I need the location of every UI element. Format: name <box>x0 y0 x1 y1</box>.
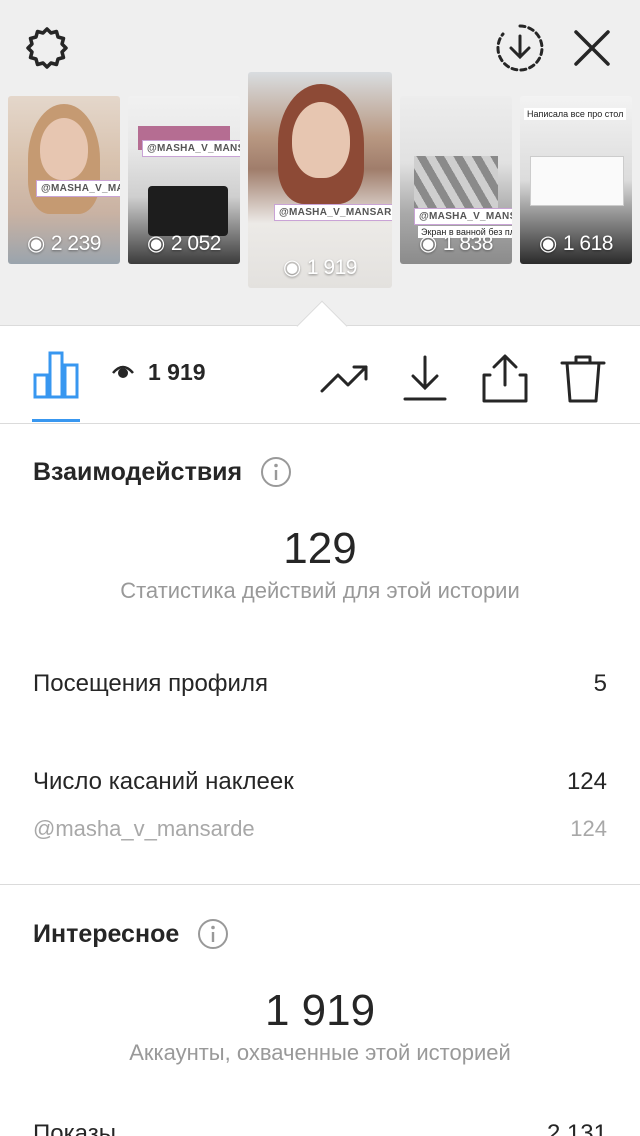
eye-icon: ◉ <box>539 232 557 255</box>
story-views: ◉ 2 052 <box>128 231 240 256</box>
eye-icon: ◉ <box>147 232 165 255</box>
stat-subrow: @masha_v_mansarde 124 <box>33 816 607 842</box>
story-caption: Написала все про стол <box>524 108 627 120</box>
stat-value: 2 131 <box>546 1120 607 1136</box>
discovery-total: 1 919 <box>264 986 376 1035</box>
info-icon[interactable] <box>197 918 229 950</box>
story-views-count: 1 618 <box>562 231 614 255</box>
story-sticker: @MASHA_V_MANSARDE <box>274 204 392 221</box>
views-count: 1 919 <box>112 359 206 386</box>
trending-icon[interactable] <box>320 353 370 403</box>
gear-icon[interactable] <box>22 24 72 74</box>
eye-icon: ◉ <box>283 256 301 279</box>
stat-value: 124 <box>566 768 607 795</box>
download-circle-icon[interactable] <box>494 22 546 74</box>
story-thumbnail[interactable]: @MASHA_V_MANSARDE ◉ 2 052 <box>128 96 240 264</box>
story-thumbnail[interactable]: @MASHA_V_MANSARDE ◉ 2 239 <box>8 96 120 264</box>
story-views: ◉ 2 239 <box>8 231 120 256</box>
story-views: ◉ 1 618 <box>520 231 632 256</box>
close-icon[interactable] <box>568 24 616 72</box>
interactions-title-text: Взаимодействия <box>33 457 243 486</box>
story-views-count: 2 239 <box>50 231 102 255</box>
interactions-total: 129 <box>283 524 357 573</box>
story-sticker: @MASHA_V_MANSARDE <box>142 140 240 157</box>
interactions-subtitle: Статистика действий для этой истории <box>120 578 520 603</box>
stat-value: 124 <box>570 816 607 841</box>
stat-label: @masha_v_mansarde <box>33 816 255 841</box>
views-count-value: 1 919 <box>148 359 206 385</box>
stat-label: Посещения профиля <box>33 670 268 697</box>
story-toolbar: 1 919 <box>0 327 640 424</box>
stat-label: Число касаний наклеек <box>33 768 294 795</box>
story-photo <box>414 156 498 216</box>
trash-icon[interactable] <box>558 353 608 403</box>
interactions-section-title: Взаимодействия <box>33 456 292 488</box>
story-sticker: @MASHA_V_MANSARDE <box>414 208 512 225</box>
eye-icon: ◉ <box>419 232 437 255</box>
story-views-count: 2 052 <box>170 231 222 255</box>
info-icon[interactable] <box>260 456 292 488</box>
eye-icon <box>112 359 134 386</box>
active-tab-indicator <box>32 419 80 422</box>
discovery-subtitle: Аккаунты, охваченные этой историей <box>129 1040 511 1065</box>
story-photo <box>530 156 624 206</box>
story-photo <box>148 186 228 236</box>
stat-label: Показы <box>33 1120 116 1136</box>
section-divider <box>0 884 640 885</box>
story-sticker: @MASHA_V_MANSARDE <box>36 180 120 197</box>
story-views: ◉ 1 919 <box>248 255 392 280</box>
story-strip: @MASHA_V_MANSARDE ◉ 2 239 @MASHA_V_MANSA… <box>0 0 640 326</box>
share-icon[interactable] <box>480 353 530 403</box>
story-thumbnail[interactable]: @MASHA_V_MANSARDE Экран в ванной без пли… <box>400 96 512 264</box>
story-views-count: 1 838 <box>442 231 494 255</box>
stat-value: 5 <box>593 670 607 697</box>
story-views-count: 1 919 <box>306 255 358 279</box>
discovery-section-title: Интересное <box>33 918 229 950</box>
bar-chart-icon[interactable] <box>32 349 80 399</box>
eye-icon: ◉ <box>27 232 45 255</box>
discovery-title-text: Интересное <box>33 919 180 948</box>
story-thumbnail[interactable]: Написала все про стол ◉ 1 618 <box>520 96 632 264</box>
story-thumbnail-selected[interactable]: @MASHA_V_MANSARDE ◉ 1 919 <box>248 72 392 288</box>
download-icon[interactable] <box>400 353 450 403</box>
stat-row: Число касаний наклеек 124 <box>33 768 607 796</box>
stat-row: Показы 2 131 <box>33 1120 607 1136</box>
story-views: ◉ 1 838 <box>400 231 512 256</box>
stat-row: Посещения профиля 5 <box>33 670 607 698</box>
